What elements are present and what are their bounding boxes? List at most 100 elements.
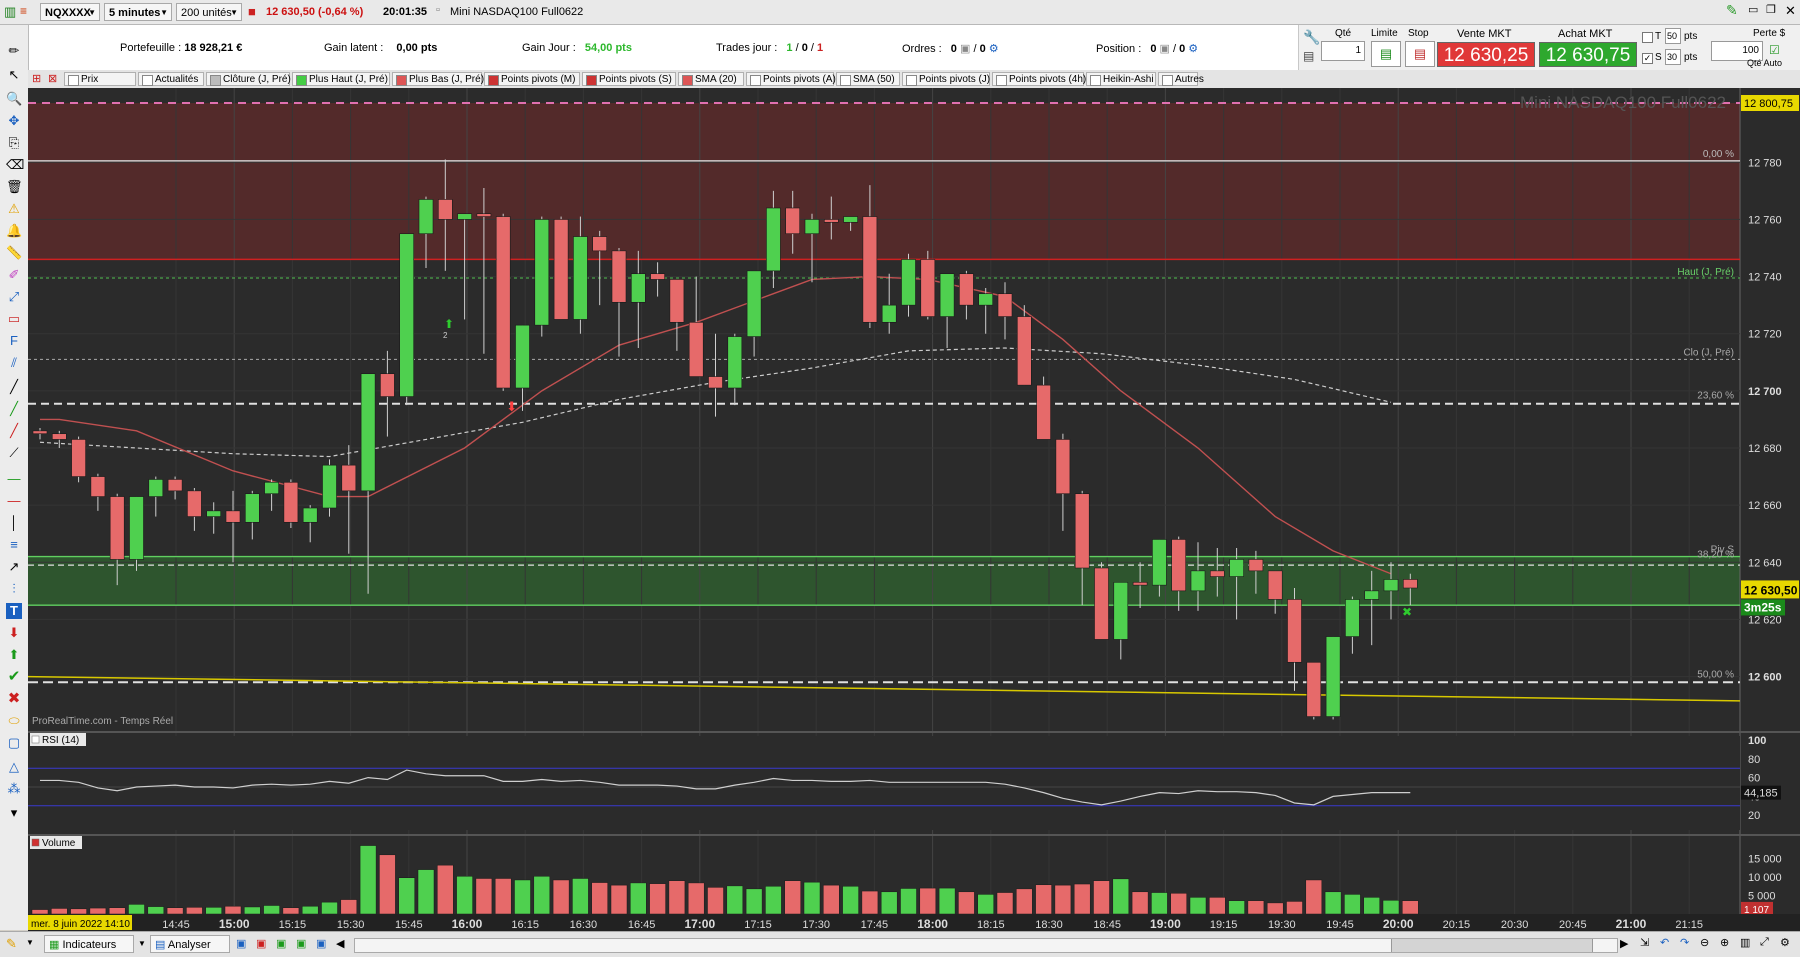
arrow-tool-icon[interactable]: ↗: [6, 559, 22, 575]
stop-button[interactable]: ▤: [1405, 41, 1435, 67]
qte-input[interactable]: 1: [1321, 41, 1365, 61]
trash-icon[interactable]: 🗑: [6, 179, 23, 195]
box-icon[interactable]: ▢: [6, 735, 22, 751]
scrollbar-thumb[interactable]: [1391, 939, 1593, 952]
rectangle-icon[interactable]: ▭: [6, 311, 22, 327]
segment-icon[interactable]: ⟋: [6, 445, 22, 461]
timeframe-selector[interactable]: 5 minutes ▼: [104, 3, 172, 21]
add-indicator-icon[interactable]: ⊞: [32, 72, 41, 85]
more-tools-icon[interactable]: ▾: [6, 805, 22, 821]
move-icon[interactable]: ✥: [6, 113, 22, 129]
chart-svg[interactable]: 12 780 12 760 12 740 12 720 12 700 12 680 12 6…: [27, 88, 1800, 931]
zoom-fit-icon[interactable]: ⤢: [1760, 936, 1769, 949]
triangle-icon[interactable]: △: [6, 759, 22, 775]
chart-bars-icon[interactable]: ▥: [1740, 936, 1750, 949]
indicator-11[interactable]: Points pivots (4h): [992, 72, 1086, 86]
indicateurs-button[interactable]: ▦ Indicateurs: [44, 935, 134, 953]
t-checkbox[interactable]: [1642, 32, 1653, 43]
trendline-icon[interactable]: ╱: [6, 379, 22, 395]
qte-auto-icon[interactable]: ☑: [1769, 43, 1780, 57]
s-checkbox[interactable]: ✓: [1642, 53, 1653, 64]
prev-icon[interactable]: ◀: [336, 937, 344, 950]
position-settings-icon[interactable]: ⚙: [1188, 43, 1198, 55]
connect-icon[interactable]: ⤢: [6, 289, 22, 305]
copy-icon[interactable]: ⎘: [6, 135, 22, 151]
draw-dropdown-icon[interactable]: ▼: [26, 938, 34, 947]
ordres-icon[interactable]: ▣: [960, 43, 970, 55]
draw-tool-icon[interactable]: ✎: [6, 936, 17, 952]
ellipse-icon[interactable]: ⬭: [6, 713, 22, 729]
zoom-in-icon[interactable]: ⊕: [1720, 936, 1729, 949]
tool-b-icon[interactable]: ▣: [256, 937, 266, 950]
fibonacci-icon[interactable]: F: [6, 333, 22, 349]
analyser-button[interactable]: ▤ Analyser: [150, 935, 230, 953]
indicator-0[interactable]: Prix: [64, 72, 136, 86]
cross-icon[interactable]: ✖: [6, 691, 22, 707]
indicator-9[interactable]: SMA (50): [836, 72, 900, 86]
pencil-icon[interactable]: ✏: [6, 43, 22, 59]
next-icon[interactable]: ▶: [1620, 937, 1628, 950]
channel-icon[interactable]: ⫽: [6, 355, 22, 371]
t-input[interactable]: 50: [1665, 28, 1681, 44]
vline-icon[interactable]: │: [6, 515, 22, 531]
time-scrollbar[interactable]: [354, 938, 1618, 953]
tool-c-icon[interactable]: ▣: [276, 937, 286, 950]
wrench-icon[interactable]: 🔧: [1303, 29, 1320, 46]
indicator-4[interactable]: Plus Bas (J, Pré): [392, 72, 484, 86]
indicator-2[interactable]: Clôture (J, Pré): [206, 72, 291, 86]
redo-icon[interactable]: ↷: [1680, 936, 1689, 949]
gann-icon[interactable]: ⫶: [6, 581, 22, 597]
vente-mkt-button[interactable]: 12 630,25: [1437, 42, 1535, 67]
tool-d-icon[interactable]: ▣: [296, 937, 306, 950]
brush-icon[interactable]: ✐: [6, 267, 22, 283]
minimize-icon[interactable]: ▭: [1748, 3, 1758, 16]
ruler-icon[interactable]: 📏: [6, 245, 22, 261]
indicator-1[interactable]: Actualités: [138, 72, 204, 86]
indicator-10[interactable]: Points pivots (J): [902, 72, 990, 86]
indicator-5[interactable]: Points pivots (M): [484, 72, 580, 86]
cursor-icon[interactable]: ↖: [6, 67, 22, 83]
chart-icon[interactable]: ▥: [4, 4, 16, 20]
fib-lines-icon[interactable]: ≡: [6, 537, 22, 553]
list-icon[interactable]: ≡: [20, 4, 27, 18]
arrow-down-icon[interactable]: ⬇: [6, 625, 22, 641]
indicator-13[interactable]: Autres: [1158, 72, 1204, 86]
hline-red-icon[interactable]: —: [6, 493, 22, 509]
symbol-selector[interactable]: NQXXXX ▼: [40, 3, 100, 21]
limite-button[interactable]: ▤: [1371, 41, 1401, 67]
properties-icon[interactable]: ⊠: [48, 72, 57, 85]
check-icon[interactable]: ✔: [6, 669, 22, 685]
indicator-6[interactable]: Points pivots (S): [582, 72, 676, 86]
indicateurs-dropdown-icon[interactable]: ▼: [138, 939, 146, 948]
s-input[interactable]: 30: [1665, 49, 1681, 65]
eraser-icon[interactable]: ⌫: [6, 157, 24, 173]
zoom-out-icon[interactable]: ⊖: [1700, 936, 1709, 949]
text-icon[interactable]: T: [6, 603, 22, 619]
ordres-settings-icon[interactable]: ⚙: [989, 43, 999, 55]
zoom-icon[interactable]: 🔍: [6, 91, 22, 107]
chart-area[interactable]: 12 780 12 760 12 740 12 720 12 700 12 680 12 6…: [27, 88, 1800, 931]
alert-icon[interactable]: ⚠: [6, 201, 22, 217]
undo-icon[interactable]: ↶: [1660, 936, 1669, 949]
hline-green-icon[interactable]: —: [6, 471, 22, 487]
indicator-8[interactable]: Points pivots (A): [746, 72, 836, 86]
achat-mkt-button[interactable]: 12 630,75: [1539, 42, 1637, 67]
line-red-icon[interactable]: ╱: [6, 423, 22, 439]
line-green-icon[interactable]: ╱: [6, 401, 22, 417]
bell-icon[interactable]: 🔔: [6, 223, 22, 239]
units-selector[interactable]: 200 unités ▼: [176, 3, 242, 21]
tool-e-icon[interactable]: ▣: [316, 937, 326, 950]
indicator-3[interactable]: Plus Haut (J, Pré): [292, 72, 390, 86]
close-icon[interactable]: ✕: [1785, 3, 1796, 19]
arrow-up-icon[interactable]: ⬆: [6, 647, 22, 663]
tool-a-icon[interactable]: ▣: [236, 937, 246, 950]
cursor-mode-icon[interactable]: ⇲: [1640, 936, 1649, 949]
indicator-12[interactable]: Heikin-Ashi: [1086, 72, 1156, 86]
position-icon[interactable]: ▣: [1160, 43, 1170, 55]
indicator-7[interactable]: SMA (20): [678, 72, 744, 86]
maximize-icon[interactable]: ❐: [1766, 3, 1776, 16]
pattern-icon[interactable]: ⁂: [6, 781, 22, 797]
settings-icon[interactable]: ⚙: [1780, 936, 1790, 949]
pin-icon[interactable]: ✎: [1726, 2, 1738, 19]
bars-icon[interactable]: ▤: [1303, 49, 1314, 63]
